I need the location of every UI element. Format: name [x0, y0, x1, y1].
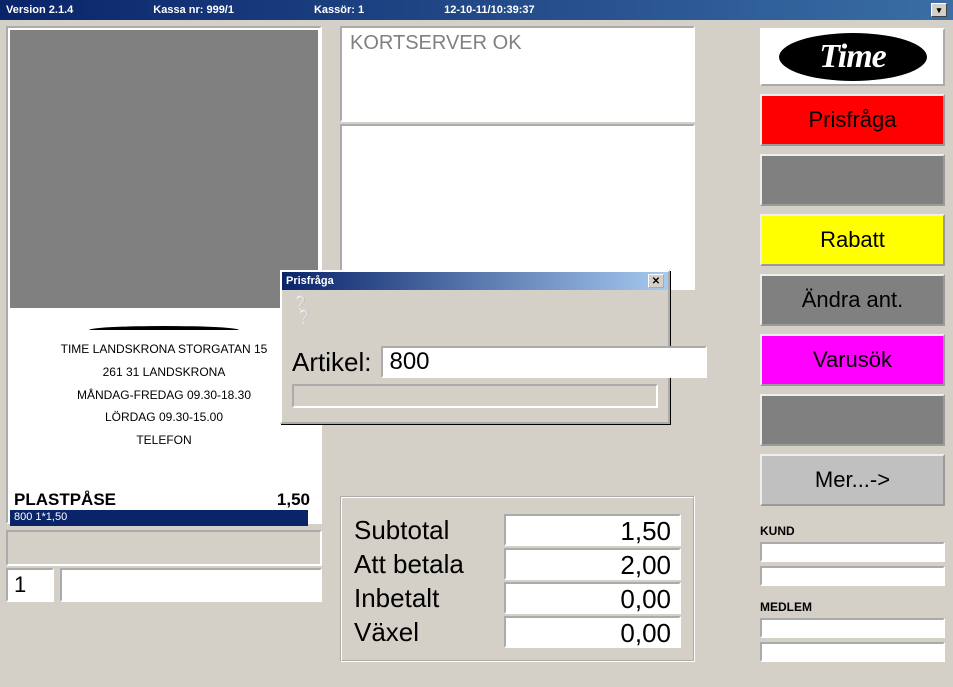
server-status-box: KORTSERVER OK [340, 26, 695, 122]
totals-value: 2,00 [504, 548, 681, 580]
side-button-rabatt[interactable]: Rabatt [760, 214, 945, 266]
window-restore-icon[interactable]: ▾ [931, 3, 947, 17]
totals-row-subtotal: Subtotal 1,50 [354, 514, 681, 546]
totals-label: Inbetalt [354, 583, 504, 614]
medlem-input[interactable] [760, 618, 945, 638]
line-item-name: PLASTPÅSE [14, 490, 116, 510]
totals-row-att-betala: Att betala 2,00 [354, 548, 681, 580]
receipt-header-line: TELEFON [8, 429, 320, 452]
brand-logo-text: Time [779, 33, 927, 81]
side-button-ndra-ant[interactable]: Ändra ant. [760, 274, 945, 326]
prisfraga-dialog: Prisfråga ✕ ❔ ❔ Artikel: [280, 270, 670, 424]
totals-label: Att betala [354, 549, 504, 580]
totals-value: 1,50 [504, 514, 681, 546]
receipt-header-line: TIME LANDSKRONA STORGATAN 15 [8, 338, 320, 361]
kund-input-2[interactable] [760, 566, 945, 586]
totals-label: Subtotal [354, 515, 504, 546]
titlebar-kassor: Kassör: 1 [314, 4, 364, 16]
brand-logo: Time [760, 28, 945, 86]
medlem-label: MEDLEM [760, 600, 950, 614]
dialog-help-icons[interactable]: ❔ ❔ [292, 296, 658, 324]
dialog-titlebar[interactable]: Prisfråga ✕ [282, 272, 668, 290]
totals-row-inbetalt: Inbetalt 0,00 [354, 582, 681, 614]
totals-value: 0,00 [504, 616, 681, 648]
receipt-panel: TIME LANDSKRONA STORGATAN 15 261 31 LAND… [6, 26, 322, 524]
dialog-close-button[interactable]: ✕ [648, 274, 664, 288]
server-status-text: KORTSERVER OK [350, 32, 522, 54]
totals-row-vaxel: Växel 0,00 [354, 616, 681, 648]
side-button-blank-1[interactable] [760, 154, 945, 206]
kund-label: KUND [760, 524, 950, 538]
receipt-selected-row[interactable]: 800 1*1,50 [10, 510, 308, 526]
receipt-image-placeholder [10, 30, 318, 308]
line-item-price: 1,50 [277, 490, 310, 510]
info-icon[interactable]: ❔ [296, 309, 313, 325]
receipt-header-line: MÅNDAG-FREDAG 09.30-18.30 [8, 384, 320, 407]
medlem-input-2[interactable] [760, 642, 945, 662]
totals-panel: Subtotal 1,50 Att betala 2,00 Inbetalt 0… [340, 496, 695, 662]
side-button-varus-k[interactable]: Varusök [760, 334, 945, 386]
titlebar-datetime: 12-10-11/10:39:37 [444, 4, 535, 16]
side-button-prisfr-ga[interactable]: Prisfråga [760, 94, 945, 146]
dialog-status-bar [292, 384, 658, 408]
receipt-header-line: LÖRDAG 09.30-15.00 [8, 406, 320, 429]
dialog-field-label: Artikel: [292, 347, 371, 378]
dialog-title-text: Prisfråga [286, 275, 334, 287]
side-button-blank-5[interactable] [760, 394, 945, 446]
side-button-mer[interactable]: Mer...-> [760, 454, 945, 506]
display-field [6, 530, 322, 566]
quantity-field[interactable]: 1 [6, 568, 54, 602]
receipt-header-line: 261 31 LANDSKRONA [8, 361, 320, 384]
window-titlebar: Version 2.1.4 Kassa nr: 999/1 Kassör: 1 … [0, 0, 953, 20]
totals-value: 0,00 [504, 582, 681, 614]
receipt-header: TIME LANDSKRONA STORGATAN 15 261 31 LAND… [8, 324, 320, 452]
entry-field[interactable] [60, 568, 322, 602]
receipt-logo-icon [89, 326, 239, 330]
artikel-input[interactable] [381, 346, 707, 378]
titlebar-kassa: Kassa nr: 999/1 [153, 4, 234, 16]
message-box [340, 124, 695, 290]
kund-input[interactable] [760, 542, 945, 562]
totals-label: Växel [354, 617, 504, 648]
titlebar-version: Version 2.1.4 [6, 4, 73, 16]
receipt-line-item: PLASTPÅSE 1,50 [14, 490, 310, 510]
